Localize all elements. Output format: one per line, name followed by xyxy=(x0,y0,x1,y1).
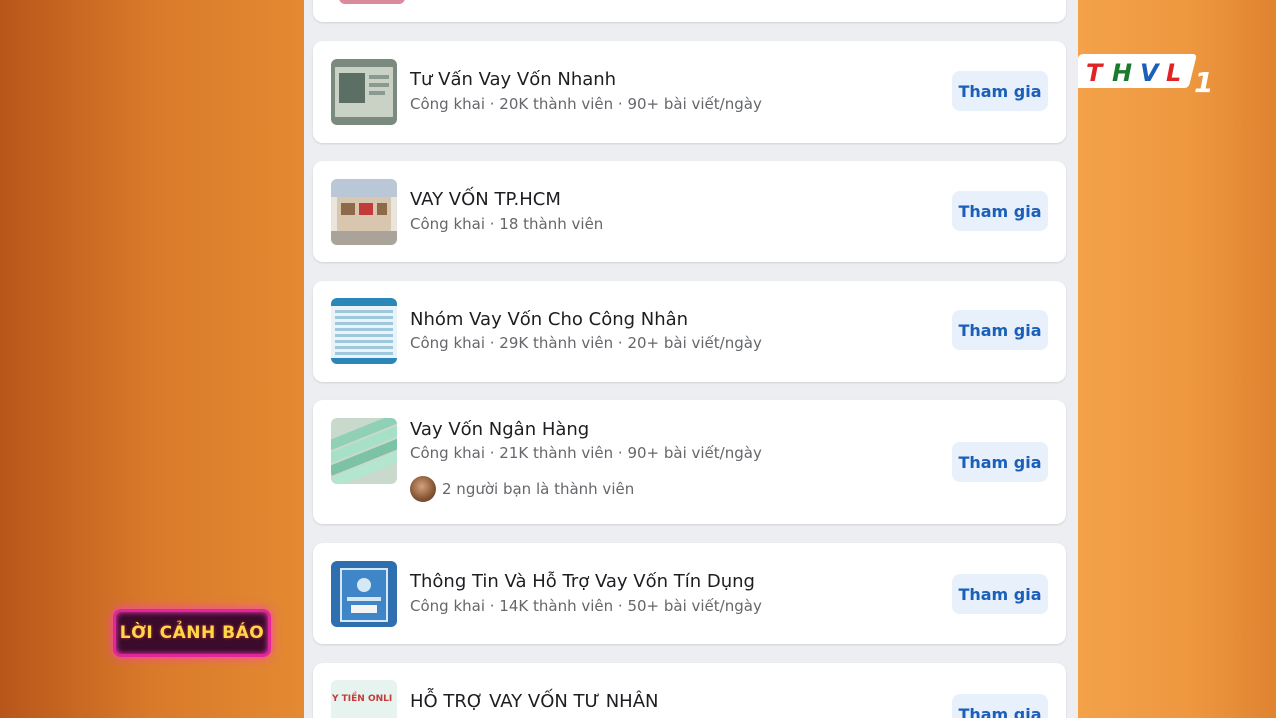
group-meta: Công khai · 21K thành viên · 90+ bài viế… xyxy=(410,444,762,462)
logo-letter-h: H xyxy=(1112,59,1132,87)
group-thumbnail[interactable] xyxy=(331,418,397,484)
group-thumbnail[interactable] xyxy=(331,298,397,364)
background-right xyxy=(1078,0,1276,718)
friends-count: 2 người bạn là thành viên xyxy=(442,480,635,498)
group-card[interactable]: Thông Tin Và Hỗ Trợ Vay Vốn Tín Dụng Côn… xyxy=(313,543,1066,644)
join-button[interactable]: Tham gia xyxy=(952,442,1048,482)
group-thumbnail xyxy=(339,0,405,4)
group-meta: Công khai · 14K thành viên · 50+ bài viế… xyxy=(410,597,762,615)
group-thumbnail[interactable] xyxy=(331,59,397,125)
group-card[interactable]: VAY VỐN TP.HCM Công khai · 18 thành viên… xyxy=(313,161,1066,262)
group-meta: Công khai · 20K thành viên · 90+ bài viế… xyxy=(410,95,762,113)
group-card[interactable]: Vay Vốn Ngân Hàng Công khai · 21K thành … xyxy=(313,400,1066,524)
channel-logo: T H V L 1 xyxy=(1071,50,1218,99)
join-button[interactable]: Tham gia xyxy=(952,310,1048,350)
warning-badge-text: LỜI CẢNH BÁO xyxy=(119,623,265,643)
group-meta: Công khai · 18 thành viên xyxy=(410,215,604,233)
join-button[interactable]: Tham gia xyxy=(952,574,1048,614)
group-name[interactable]: VAY VỐN TP.HCM xyxy=(410,189,561,210)
group-name[interactable]: Tư Vấn Vay Vốn Nhanh xyxy=(410,69,616,90)
group-thumbnail-text: Y TIỀN ONLI xyxy=(332,694,393,704)
join-button[interactable]: Tham gia xyxy=(952,694,1048,718)
group-name[interactable]: Thông Tin Và Hỗ Trợ Vay Vốn Tín Dụng xyxy=(410,571,755,592)
join-button[interactable]: Tham gia xyxy=(952,71,1048,111)
logo-number: 1 xyxy=(1194,66,1213,96)
group-meta: Công khai · 29K thành viên · 20+ bài viế… xyxy=(410,334,762,352)
friends-info: 2 người bạn là thành viên xyxy=(410,476,634,502)
logo-letter-t: T xyxy=(1086,59,1104,87)
warning-badge: LỜI CẢNH BÁO xyxy=(113,609,271,657)
join-button[interactable]: Tham gia xyxy=(952,191,1048,231)
logo-letter-v: V xyxy=(1140,59,1161,87)
group-thumbnail[interactable] xyxy=(331,179,397,245)
friend-avatar xyxy=(410,476,436,502)
group-search-results: Tư Vấn Vay Vốn Nhanh Công khai · 20K thà… xyxy=(304,0,1078,718)
group-name[interactable]: HỖ TRỢ VAY VỐN TƯ NHÂN xyxy=(410,691,658,712)
group-card[interactable]: Y TIỀN ONLI HỖ TRỢ VAY VỐN TƯ NHÂN Tham … xyxy=(313,663,1066,718)
group-card[interactable]: Nhóm Vay Vốn Cho Công Nhân Công khai · 2… xyxy=(313,281,1066,382)
group-name[interactable]: Nhóm Vay Vốn Cho Công Nhân xyxy=(410,309,688,330)
group-thumbnail[interactable] xyxy=(331,561,397,627)
group-thumbnail[interactable]: Y TIỀN ONLI xyxy=(331,680,397,718)
group-card[interactable]: Tư Vấn Vay Vốn Nhanh Công khai · 20K thà… xyxy=(313,41,1066,143)
group-name[interactable]: Vay Vốn Ngân Hàng xyxy=(410,419,589,440)
group-card-partial xyxy=(313,0,1066,22)
logo-letter-l: L xyxy=(1166,59,1181,87)
